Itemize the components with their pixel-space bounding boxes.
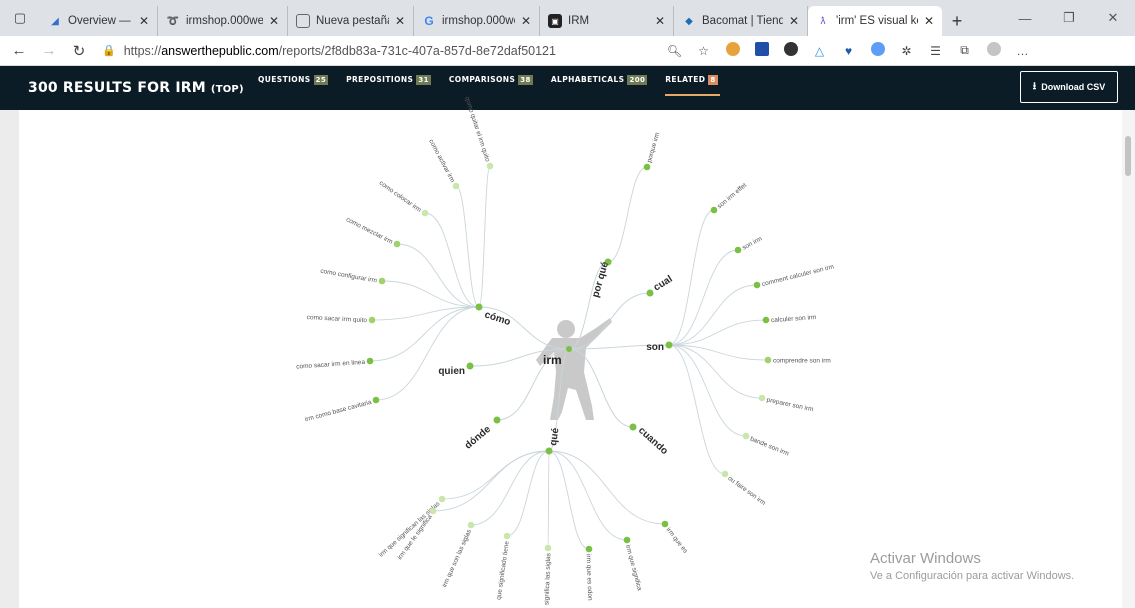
leaf-link xyxy=(668,344,747,437)
leaf-node[interactable] xyxy=(742,432,750,440)
leaf-label[interactable]: que significado tiene xyxy=(496,540,511,600)
leaf-node[interactable] xyxy=(452,182,460,190)
leaf-label[interactable]: comment calculer son irm xyxy=(761,263,835,288)
branch-label[interactable]: cual xyxy=(652,273,675,293)
leaf-label[interactable]: comprendre son irm xyxy=(773,358,831,365)
leaf-node[interactable] xyxy=(721,470,729,478)
leaf-link xyxy=(668,209,715,346)
branch-label[interactable]: son xyxy=(646,342,664,353)
person-silhouette-icon xyxy=(536,318,612,420)
leaf-label[interactable]: como activar irm xyxy=(427,138,456,183)
branch-label[interactable]: dónde xyxy=(463,424,493,452)
leaf-label[interactable]: como configurar irm xyxy=(320,268,378,285)
leaf-node[interactable] xyxy=(758,394,766,402)
leaf-label[interactable]: irm que son las siglas xyxy=(441,528,473,589)
leaf-label[interactable]: calculer son irm xyxy=(771,314,817,324)
leaf-node[interactable] xyxy=(366,357,374,365)
leaf-node[interactable] xyxy=(438,495,446,503)
branch-label[interactable]: quien xyxy=(438,366,465,377)
leaf-node[interactable] xyxy=(661,520,669,528)
leaf-label[interactable]: significa las siglas xyxy=(544,552,553,605)
leaf-label[interactable]: son irm effet xyxy=(716,182,748,210)
leaf-link xyxy=(607,166,648,263)
center-node xyxy=(566,346,572,352)
leaf-link xyxy=(668,284,758,346)
leaf-label[interactable]: como mezclar irm xyxy=(345,216,394,246)
branch-node[interactable] xyxy=(665,341,673,349)
leaf-node[interactable] xyxy=(762,316,770,324)
leaf-node[interactable] xyxy=(623,536,631,544)
leaf-node[interactable] xyxy=(368,316,376,324)
leaf-link xyxy=(547,450,550,549)
leaf-label[interactable]: son irm xyxy=(741,235,763,251)
leaf-label[interactable]: preparer son irm xyxy=(766,397,814,414)
leaf-node[interactable] xyxy=(710,206,718,214)
leaf-link xyxy=(548,450,628,541)
leaf-node[interactable] xyxy=(429,507,437,515)
branch-node[interactable] xyxy=(466,362,474,370)
branch-label[interactable]: cómo xyxy=(483,309,512,328)
leaf-node[interactable] xyxy=(734,246,742,254)
leaf-link xyxy=(455,185,480,308)
branch-node[interactable] xyxy=(629,423,637,431)
branch-node[interactable] xyxy=(493,416,501,424)
leaf-node[interactable] xyxy=(753,281,761,289)
leaf-label[interactable]: bande son irm xyxy=(749,436,790,458)
leaf-link xyxy=(424,212,480,308)
leaf-node[interactable] xyxy=(393,240,401,248)
leaf-link xyxy=(478,165,491,308)
leaf-node[interactable] xyxy=(378,277,386,285)
leaf-label[interactable]: ou faire son irm xyxy=(726,475,766,507)
branch-label[interactable]: cuando xyxy=(636,425,670,457)
leaf-label[interactable]: como sacar irm en linea xyxy=(296,359,366,371)
windows-activation-watermark: Activar Windows Ve a Configuración para … xyxy=(870,550,1074,582)
branch-label[interactable]: por qué xyxy=(590,260,611,299)
leaf-label[interactable]: irm como base cavitaria xyxy=(304,399,372,424)
leaf-label[interactable]: como sacar irm quito xyxy=(307,314,368,324)
branch-label[interactable]: qué xyxy=(548,427,561,447)
leaf-link xyxy=(506,450,550,537)
watermark-subtitle: Ve a Configuración para activar Windows. xyxy=(870,570,1075,582)
watermark-title: Activar Windows xyxy=(870,550,981,567)
leaf-node[interactable] xyxy=(467,521,475,529)
leaf-node[interactable] xyxy=(643,163,651,171)
search-wheel: cómo qomo quitar el irm quitocomo activar… xyxy=(296,96,835,605)
leaf-node[interactable] xyxy=(372,396,380,404)
leaf-link xyxy=(668,319,767,346)
leaf-label[interactable]: irm que es odon xyxy=(585,554,594,601)
leaf-node[interactable] xyxy=(421,209,429,217)
leaf-node[interactable] xyxy=(486,162,494,170)
leaf-node[interactable] xyxy=(764,356,772,364)
leaf-label[interactable]: irm que significa xyxy=(624,544,643,592)
leaf-link xyxy=(381,280,480,308)
branch-node[interactable] xyxy=(646,289,654,297)
leaf-label[interactable]: como colocar irm xyxy=(378,180,423,214)
leaf-node[interactable] xyxy=(544,544,552,552)
leaf-label[interactable]: irm que es xyxy=(665,526,690,555)
leaf-link xyxy=(668,344,763,399)
leaf-label[interactable]: qomo quitar el irm quito xyxy=(463,96,491,163)
branch-node[interactable] xyxy=(475,303,483,311)
center-keyword: irm xyxy=(543,353,562,367)
leaf-link xyxy=(375,306,480,401)
leaf-node[interactable] xyxy=(585,545,593,553)
leaf-link xyxy=(369,306,480,362)
leaf-link xyxy=(548,450,590,550)
leaf-node[interactable] xyxy=(503,532,511,540)
branch-node[interactable] xyxy=(545,447,553,455)
leaf-label[interactable]: porque irm xyxy=(646,132,661,164)
